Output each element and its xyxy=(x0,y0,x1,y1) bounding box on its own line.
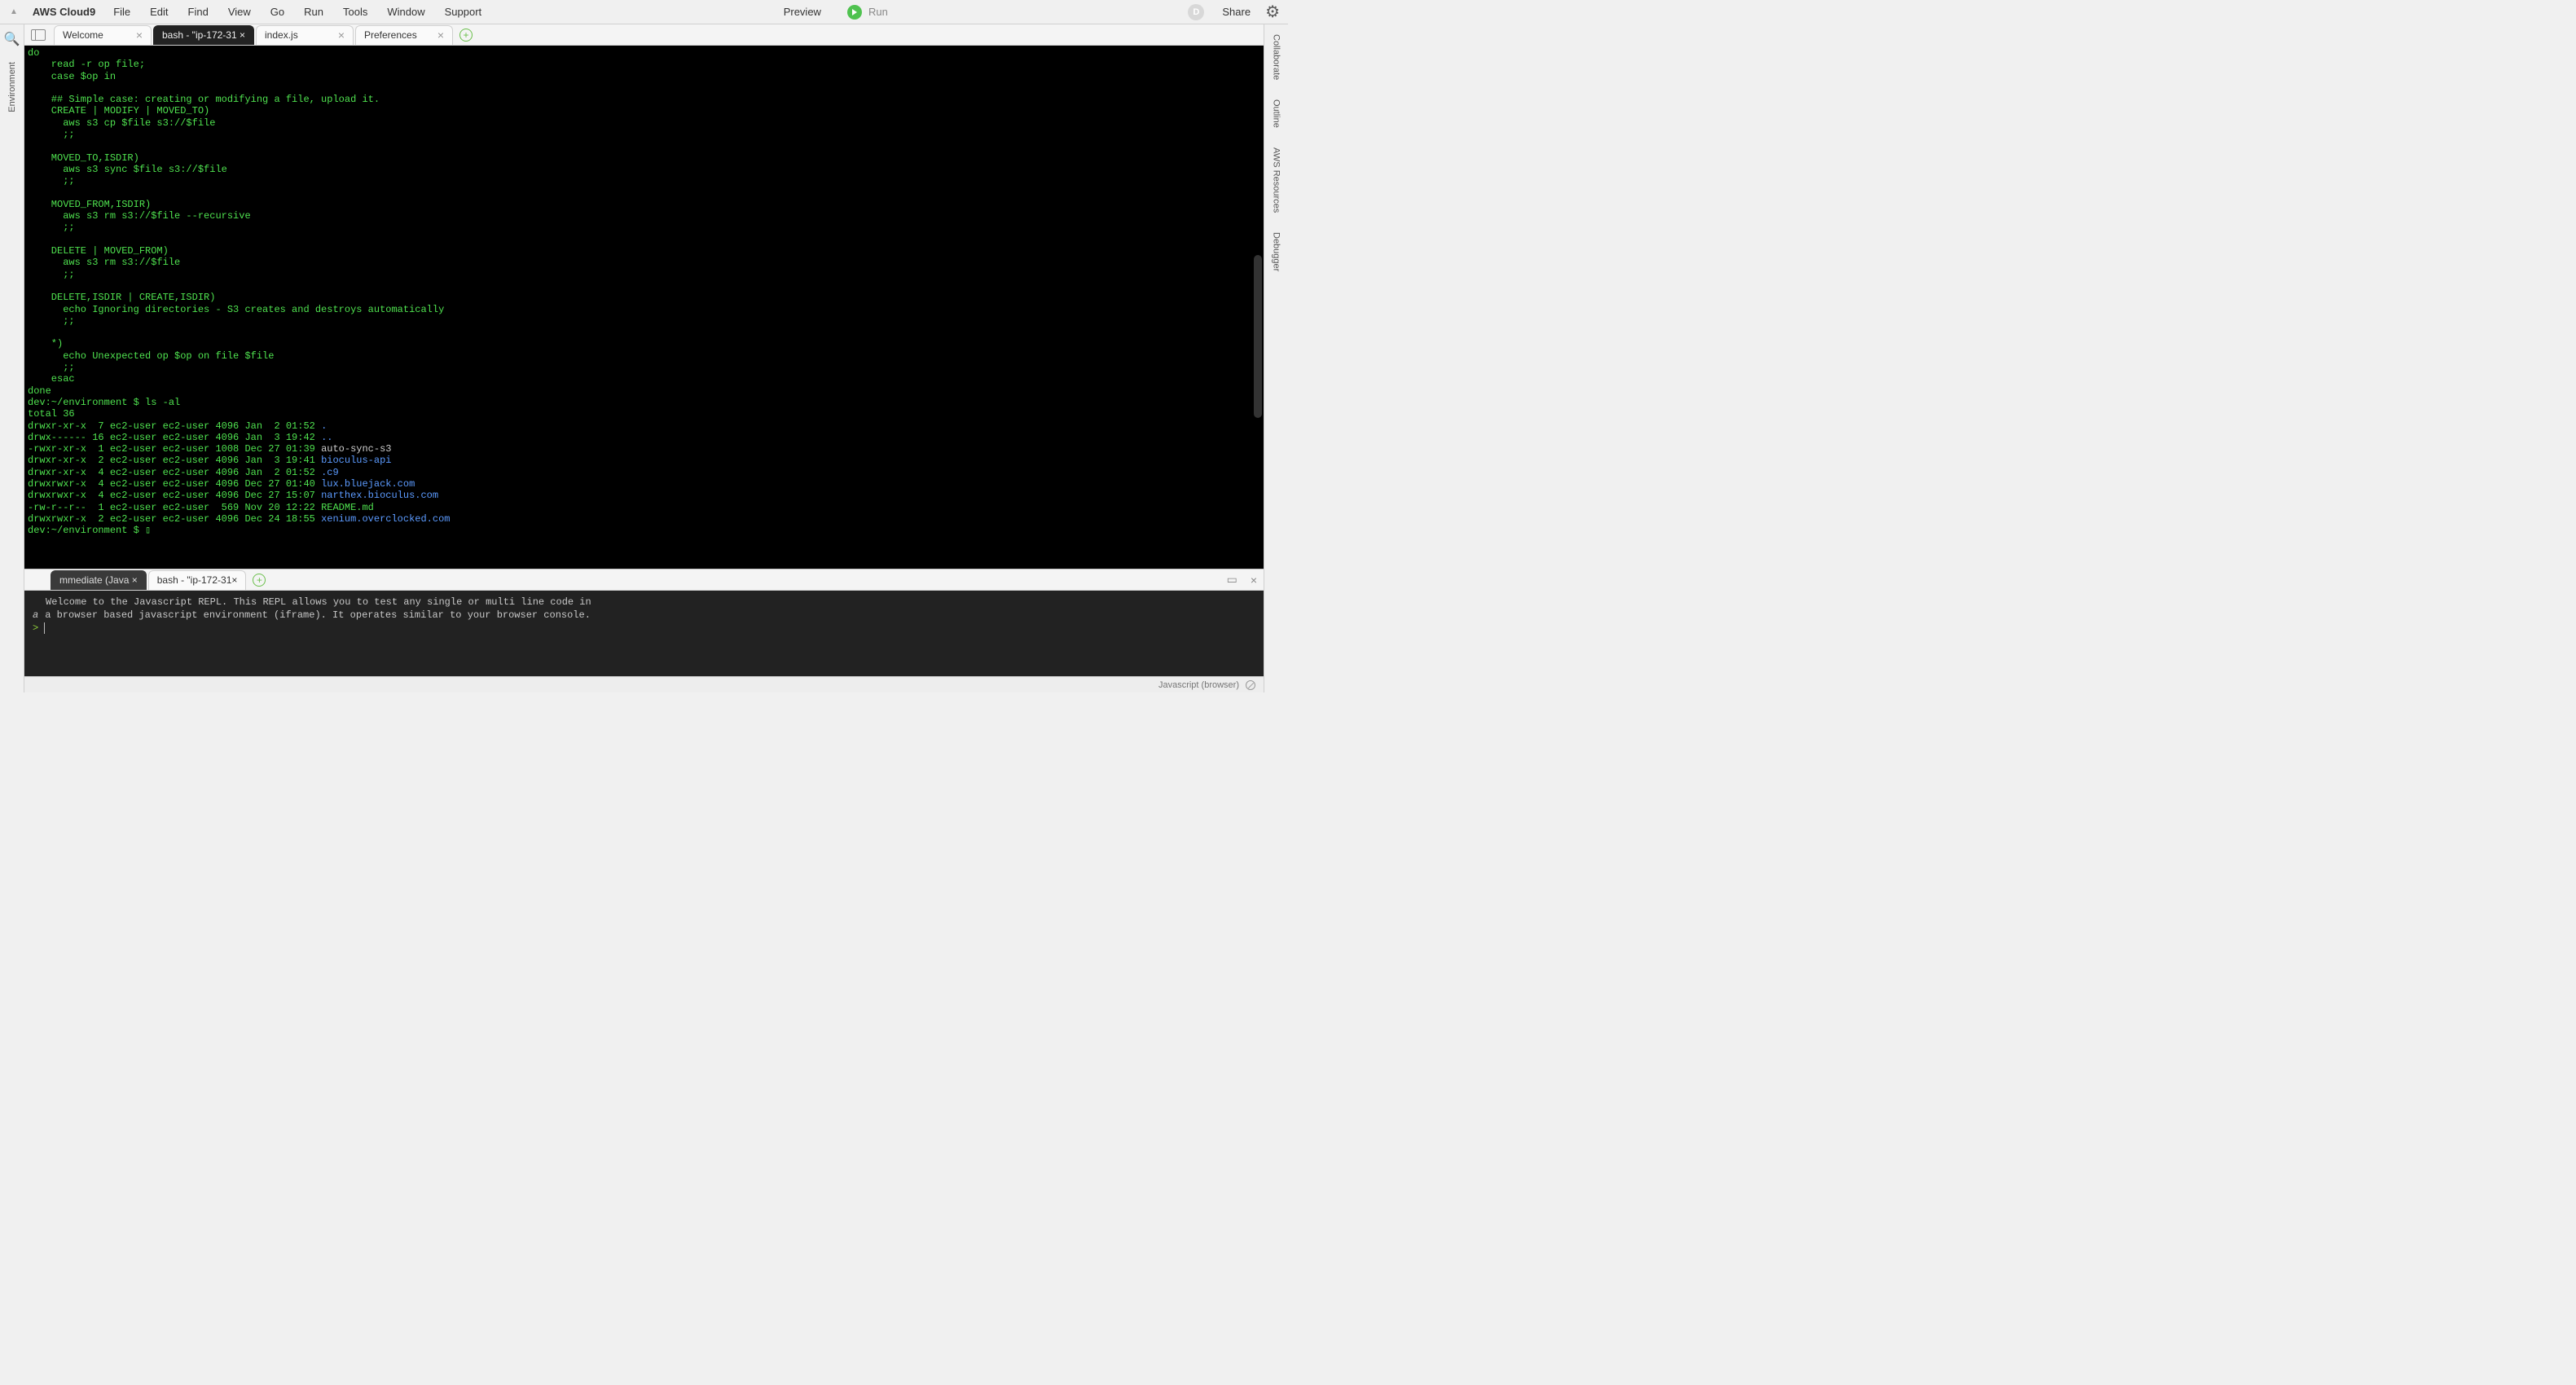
run-button[interactable]: Run xyxy=(836,5,899,20)
repl-text: Welcome to the Javascript REPL. This REP… xyxy=(46,596,591,608)
tab-label: Preferences xyxy=(364,29,417,41)
terminal-output: do read -r op file; case $op in ## Simpl… xyxy=(24,46,1252,538)
gear-icon[interactable]: ⚙ xyxy=(1262,2,1283,22)
tab-immediate[interactable]: mmediate (Java × xyxy=(51,570,147,590)
repl-prompt: > xyxy=(33,622,38,634)
menu-find[interactable]: Find xyxy=(180,6,217,18)
tab-bash-bottom[interactable]: bash - "ip-172-31× xyxy=(148,570,247,590)
menu-go[interactable]: Go xyxy=(262,6,292,18)
panel-aws-resources[interactable]: AWS Resources xyxy=(1272,147,1281,213)
statusbar: Javascript (browser) xyxy=(24,676,1264,692)
menu-support[interactable]: Support xyxy=(437,6,490,18)
search-icon[interactable]: 🔍 xyxy=(4,24,20,54)
close-icon[interactable]: × xyxy=(338,29,345,41)
terminal-scrollbar[interactable] xyxy=(1252,46,1264,569)
tab-preferences[interactable]: Preferences × xyxy=(355,25,453,45)
bottom-tabbar: mmediate (Java × bash - "ip-172-31× + ▭ … xyxy=(24,569,1264,591)
menu-tools[interactable]: Tools xyxy=(335,6,376,18)
left-rail: 🔍 Environment xyxy=(0,24,24,692)
right-rail: Collaborate Outline AWS Resources Debugg… xyxy=(1264,24,1288,692)
panel-collaborate[interactable]: Collaborate xyxy=(1272,34,1281,80)
avatar[interactable]: D xyxy=(1188,4,1204,20)
block-icon[interactable] xyxy=(1246,680,1255,690)
menu-edit[interactable]: Edit xyxy=(142,6,176,18)
panel-outline[interactable]: Outline xyxy=(1272,99,1281,128)
bottom-panel: mmediate (Java × bash - "ip-172-31× + ▭ … xyxy=(24,569,1264,692)
terminal-panel[interactable]: do read -r op file; case $op in ## Simpl… xyxy=(24,46,1264,569)
status-language[interactable]: Javascript (browser) xyxy=(1158,680,1239,690)
repl-text: a browser based javascript environment (… xyxy=(45,609,591,621)
close-icon[interactable]: × xyxy=(136,29,143,41)
tab-bash[interactable]: bash - "ip-172-31 × xyxy=(153,25,254,45)
tab-label: bash - "ip-172-31× xyxy=(157,574,238,586)
run-label: Run xyxy=(868,6,888,18)
close-icon[interactable]: × xyxy=(437,29,444,41)
app-title: AWS Cloud9 xyxy=(26,6,102,18)
menu-caret-icon[interactable]: ▲ xyxy=(5,7,23,16)
maximize-icon[interactable]: ▭ xyxy=(1220,573,1244,587)
scrollbar-thumb[interactable] xyxy=(1254,255,1262,418)
share-button[interactable]: Share xyxy=(1214,6,1259,18)
new-bottom-tab-button[interactable]: + xyxy=(253,574,266,587)
tab-welcome[interactable]: Welcome × xyxy=(54,25,152,45)
tab-label: bash - "ip-172-31 × xyxy=(162,29,245,41)
tab-label: mmediate (Java × xyxy=(59,574,138,586)
panel-environment[interactable]: Environment xyxy=(7,62,17,112)
panel-layout-icon[interactable] xyxy=(31,29,46,41)
tab-label: index.js xyxy=(265,29,298,41)
menu-view[interactable]: View xyxy=(220,6,259,18)
tab-label: Welcome xyxy=(63,29,103,41)
new-tab-button[interactable]: + xyxy=(459,29,473,42)
play-icon xyxy=(847,5,862,20)
menubar: ▲ AWS Cloud9 File Edit Find View Go Run … xyxy=(0,0,1288,24)
preview-button[interactable]: Preview xyxy=(772,6,833,18)
tab-indexjs[interactable]: index.js × xyxy=(256,25,354,45)
panel-debugger[interactable]: Debugger xyxy=(1272,232,1281,271)
menu-file[interactable]: File xyxy=(105,6,138,18)
editor-tabbar: Welcome × bash - "ip-172-31 × index.js ×… xyxy=(24,24,1264,46)
close-panel-icon[interactable]: × xyxy=(1244,574,1264,587)
repl-panel[interactable]: Welcome to the Javascript REPL. This REP… xyxy=(24,591,1264,676)
menu-window[interactable]: Window xyxy=(379,6,433,18)
menu-run[interactable]: Run xyxy=(296,6,332,18)
